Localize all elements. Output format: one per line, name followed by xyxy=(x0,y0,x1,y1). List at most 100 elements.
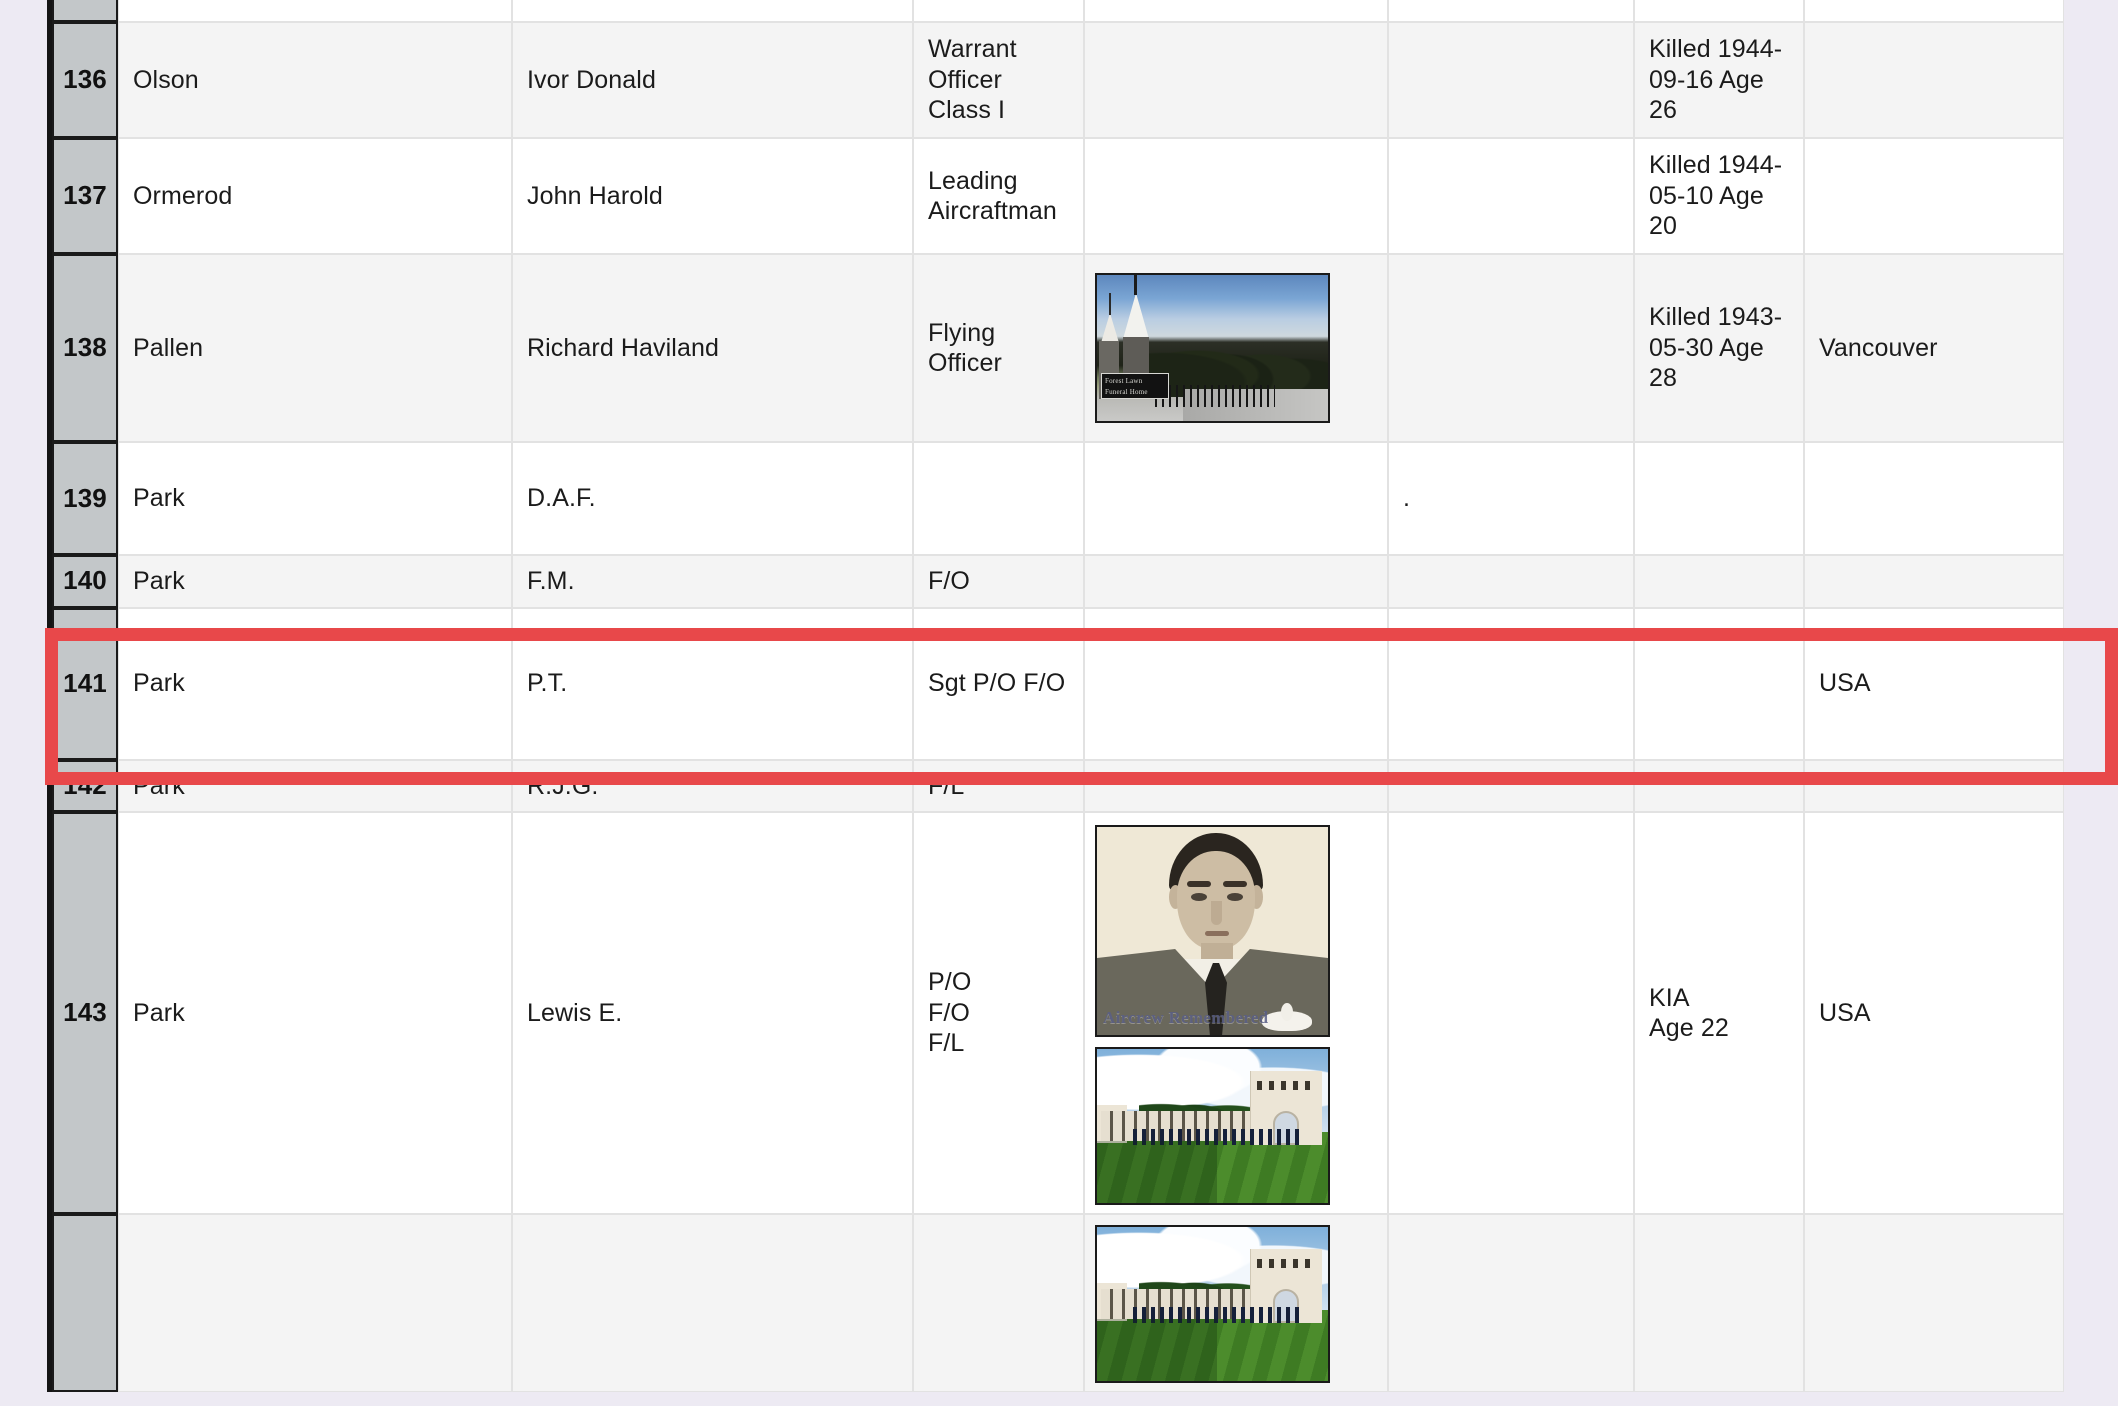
surname-cell[interactable]: Park xyxy=(118,760,512,813)
rank-cell[interactable]: F/O xyxy=(913,555,1084,608)
place-cell[interactable] xyxy=(1804,442,2064,555)
misc-cell[interactable] xyxy=(1388,138,1634,254)
lawn-shadow-shape xyxy=(1097,1319,1217,1381)
rank-line-1: P/O xyxy=(928,967,1069,998)
forename-cell[interactable]: D.A.F. xyxy=(512,442,913,555)
photo-cell[interactable] xyxy=(1084,1214,1388,1392)
photo-cell[interactable] xyxy=(1084,138,1388,254)
misc-cell[interactable] xyxy=(1388,760,1634,813)
forest-lawn-gate-photo[interactable]: Forest Lawn Funeral Home xyxy=(1095,273,1330,423)
rank-cell[interactable]: Flying Officer xyxy=(913,254,1084,442)
place-cell[interactable] xyxy=(1804,22,2064,138)
forename-cell[interactable] xyxy=(512,0,913,22)
surname-cell[interactable]: Park xyxy=(118,555,512,608)
forename-cell[interactable] xyxy=(512,1214,913,1392)
surname-cell[interactable] xyxy=(118,0,512,22)
place-cell[interactable] xyxy=(1804,1214,2064,1392)
eyebrow-right-shape xyxy=(1223,881,1247,887)
table-row[interactable]: 143 Park Lewis E. P/O F/O F/L xyxy=(52,812,2064,1214)
photo-cell[interactable] xyxy=(1084,760,1388,813)
rank-cell[interactable]: Sgt P/O F/O xyxy=(913,608,1084,760)
fate-line-2: Age 22 xyxy=(1649,1013,1789,1044)
row-number-cell: 142 xyxy=(52,760,118,813)
photo-cell[interactable] xyxy=(1084,608,1388,760)
runnymede-memorial-photo[interactable] xyxy=(1095,1225,1330,1383)
place-cell[interactable]: Vancouver xyxy=(1804,254,2064,442)
place-cell[interactable]: USA xyxy=(1804,812,2064,1214)
fate-cell[interactable] xyxy=(1634,608,1804,760)
rank-cell[interactable] xyxy=(913,1214,1084,1392)
spire-large-shape xyxy=(1123,293,1149,339)
rank-cell[interactable] xyxy=(913,442,1084,555)
misc-cell[interactable] xyxy=(1388,555,1634,608)
table-wrapper: 136 Olson Ivor Donald Warrant Officer Cl… xyxy=(47,0,2064,1392)
table-row[interactable]: 137 Ormerod John Harold Leading Aircraft… xyxy=(52,138,2064,254)
rank-cell[interactable]: Leading Aircraftman xyxy=(913,138,1084,254)
place-cell[interactable]: USA xyxy=(1804,608,2064,760)
fate-cell[interactable]: Killed 1943-05-30 Age 28 xyxy=(1634,254,1804,442)
forename-cell[interactable]: P.T. xyxy=(512,608,913,760)
eye-left-shape xyxy=(1191,893,1207,901)
fate-cell[interactable] xyxy=(1634,0,1804,22)
misc-cell[interactable] xyxy=(1388,812,1634,1214)
surname-cell[interactable] xyxy=(118,1214,512,1392)
surname-cell[interactable]: Olson xyxy=(118,22,512,138)
nose-shape xyxy=(1211,901,1222,925)
photo-cell[interactable] xyxy=(1084,555,1388,608)
portrait-photo[interactable]: Aircrew Remembered xyxy=(1095,825,1330,1037)
table-row[interactable] xyxy=(52,0,2064,22)
table-row[interactable]: 139 Park D.A.F. . xyxy=(52,442,2064,555)
runnymede-memorial-photo[interactable] xyxy=(1095,1047,1330,1205)
surname-cell[interactable]: Park xyxy=(118,442,512,555)
photo-cell[interactable]: Aircrew Remembered xyxy=(1084,812,1388,1214)
surname-cell[interactable]: Park xyxy=(118,608,512,760)
rank-cell[interactable]: Warrant Officer Class I xyxy=(913,22,1084,138)
surname-cell[interactable]: Pallen xyxy=(118,254,512,442)
surname-cell[interactable]: Park xyxy=(118,812,512,1214)
misc-cell[interactable] xyxy=(1388,0,1634,22)
misc-cell[interactable]: . xyxy=(1388,442,1634,555)
fate-cell[interactable] xyxy=(1634,442,1804,555)
misc-cell[interactable] xyxy=(1388,254,1634,442)
fate-cell[interactable] xyxy=(1634,760,1804,813)
place-cell[interactable] xyxy=(1804,0,2064,22)
table-row-highlighted[interactable]: 141 Park P.T. Sgt P/O F/O USA xyxy=(52,608,2064,760)
forename-cell[interactable]: Ivor Donald xyxy=(512,22,913,138)
forename-cell[interactable]: R.J.G. xyxy=(512,760,913,813)
surname-cell[interactable]: Ormerod xyxy=(118,138,512,254)
rank-cell[interactable] xyxy=(913,0,1084,22)
tower-slits-shape xyxy=(1257,1081,1317,1090)
fate-cell[interactable] xyxy=(1634,555,1804,608)
sign-line-2: Funeral Home xyxy=(1102,385,1168,396)
table-row[interactable]: 142 Park R.J.G. F/L xyxy=(52,760,2064,813)
forename-cell[interactable]: John Harold xyxy=(512,138,913,254)
forename-cell[interactable]: F.M. xyxy=(512,555,913,608)
place-cell[interactable] xyxy=(1804,555,2064,608)
forename-cell[interactable]: Lewis E. xyxy=(512,812,913,1214)
table-row[interactable]: 140 Park F.M. F/O xyxy=(52,555,2064,608)
fence-shape xyxy=(1155,385,1275,407)
table-row[interactable] xyxy=(52,1214,2064,1392)
photo-cell[interactable]: Forest Lawn Funeral Home xyxy=(1084,254,1388,442)
table-row[interactable]: 136 Olson Ivor Donald Warrant Officer Cl… xyxy=(52,22,2064,138)
eye-right-shape xyxy=(1227,893,1243,901)
place-cell[interactable] xyxy=(1804,760,2064,813)
photo-cell[interactable] xyxy=(1084,442,1388,555)
rank-cell[interactable]: F/L xyxy=(913,760,1084,813)
row-number-cell: 137 xyxy=(52,138,118,254)
fate-cell[interactable]: KIA Age 22 xyxy=(1634,812,1804,1214)
row-number-cell: 136 xyxy=(52,22,118,138)
misc-cell[interactable] xyxy=(1388,608,1634,760)
table-row[interactable]: 138 Pallen Richard Haviland Flying Offic… xyxy=(52,254,2064,442)
fate-cell[interactable]: Killed 1944-09-16 Age 26 xyxy=(1634,22,1804,138)
rank-cell[interactable]: P/O F/O F/L xyxy=(913,812,1084,1214)
fate-cell[interactable] xyxy=(1634,1214,1804,1392)
photo-cell[interactable] xyxy=(1084,22,1388,138)
place-cell[interactable] xyxy=(1804,138,2064,254)
fate-cell[interactable]: Killed 1944-05-10 Age 20 xyxy=(1634,138,1804,254)
eyebrow-left-shape xyxy=(1187,881,1211,887)
forename-cell[interactable]: Richard Haviland xyxy=(512,254,913,442)
misc-cell[interactable] xyxy=(1388,22,1634,138)
misc-cell[interactable] xyxy=(1388,1214,1634,1392)
photo-cell[interactable] xyxy=(1084,0,1388,22)
